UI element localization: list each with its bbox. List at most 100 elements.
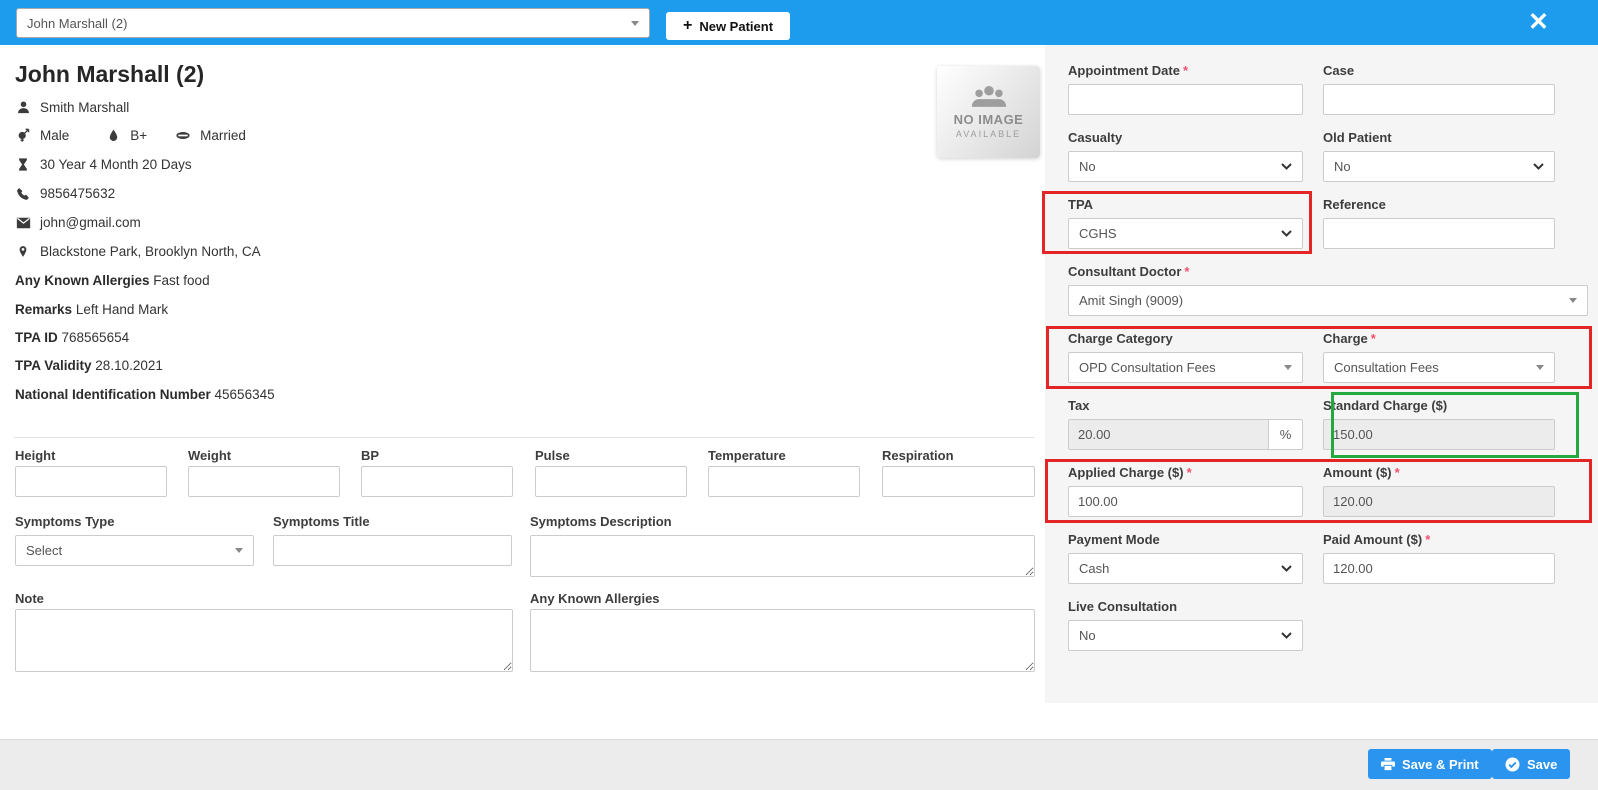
save-and-print-label: Save & Print <box>1402 756 1479 772</box>
symptoms-title-input[interactable] <box>273 535 512 566</box>
remarks-value: Left Hand Mark <box>75 302 169 317</box>
pulse-input[interactable] <box>535 466 687 497</box>
old-patient-select[interactable]: No <box>1323 151 1555 182</box>
tpa-validity-label: TPA Validity <box>15 358 92 373</box>
appointment-date-input[interactable] <box>1068 84 1303 115</box>
chevron-down-icon <box>1281 163 1292 170</box>
chevron-down-icon <box>1281 230 1292 237</box>
dropdown-arrow-icon <box>1284 365 1292 370</box>
casualty-select[interactable]: No <box>1068 151 1303 182</box>
section-divider <box>14 437 1035 438</box>
top-bar: John Marshall (2) + New Patient ✕ <box>0 0 1598 45</box>
blood-group-value: B+ <box>130 128 148 143</box>
tpa-validity-value: 28.10.2021 <box>95 358 163 373</box>
phone-row: 9856475632 <box>15 186 115 201</box>
footer-bar: Save & Print Save <box>0 739 1598 790</box>
temperature-input[interactable] <box>708 466 860 497</box>
patient-selector[interactable]: John Marshall (2) <box>16 8 650 38</box>
new-patient-button[interactable]: + New Patient <box>666 12 791 40</box>
temperature-label: Temperature <box>708 448 786 463</box>
email-value: john@gmail.com <box>40 215 141 230</box>
weight-label: Weight <box>188 448 232 463</box>
casualty-label: Casualty <box>1068 130 1123 145</box>
tax-input[interactable] <box>1068 419 1269 450</box>
nin-label: National Identification Number <box>15 387 211 402</box>
save-and-print-button[interactable]: Save & Print <box>1368 749 1492 779</box>
allergies-summary-value: Fast food <box>153 273 210 288</box>
available-text: AVAILABLE <box>955 129 1022 139</box>
symptoms-description-textarea[interactable] <box>530 535 1035 577</box>
guardian-icon <box>15 100 31 115</box>
respiration-input[interactable] <box>882 466 1035 497</box>
address-row: Blackstone Park, Brooklyn North, CA <box>15 244 261 259</box>
height-input[interactable] <box>15 466 167 497</box>
allergies-summary-row: Any Known Allergies Fast food <box>15 273 210 288</box>
demographics-row: Male B+ Married <box>15 128 246 143</box>
amount-input[interactable] <box>1323 486 1555 517</box>
payment-mode-value: Cash <box>1079 561 1110 576</box>
age-value: 30 Year 4 Month 20 Days <box>40 157 192 172</box>
bp-input[interactable] <box>361 466 513 497</box>
symptoms-description-label: Symptoms Description <box>530 514 672 529</box>
close-icon[interactable]: ✕ <box>1528 7 1549 37</box>
phone-value: 9856475632 <box>40 186 116 201</box>
charge-value: Consultation Fees <box>1334 360 1439 375</box>
chevron-down-icon <box>1281 632 1292 639</box>
age-row: 30 Year 4 Month 20 Days <box>15 157 192 172</box>
email-row: john@gmail.com <box>15 215 141 230</box>
tpa-id-row: TPA ID 768565654 <box>15 330 129 345</box>
address-value: Blackstone Park, Brooklyn North, CA <box>40 244 261 259</box>
guardian-name: Smith Marshall <box>40 100 130 115</box>
payment-mode-select[interactable]: Cash <box>1068 553 1303 584</box>
tpa-label: TPA <box>1068 197 1094 212</box>
dropdown-arrow-icon <box>1569 298 1577 303</box>
consultant-doctor-value: Amit Singh (9009) <box>1079 293 1184 308</box>
charge-select[interactable]: Consultation Fees <box>1323 352 1555 383</box>
dropdown-arrow-icon <box>235 548 243 553</box>
guardian-row: Smith Marshall <box>15 100 129 115</box>
tpa-id-label: TPA ID <box>15 330 58 345</box>
weight-input[interactable] <box>188 466 340 497</box>
casualty-value: No <box>1079 159 1096 174</box>
nin-row: National Identification Number 45656345 <box>15 387 275 402</box>
patient-selector-value: John Marshall (2) <box>27 15 128 31</box>
old-patient-value: No <box>1334 159 1351 174</box>
new-patient-label: New Patient <box>699 18 774 34</box>
charge-category-select[interactable]: OPD Consultation Fees <box>1068 352 1303 383</box>
any-known-allergies-textarea[interactable] <box>530 609 1035 672</box>
live-consultation-value: No <box>1079 628 1096 643</box>
height-label: Height <box>15 448 56 463</box>
dropdown-arrow-icon <box>631 20 639 26</box>
note-textarea[interactable] <box>15 609 513 672</box>
tpa-id-value: 768565654 <box>61 330 130 345</box>
patient-name-heading: John Marshall (2) <box>15 61 205 87</box>
charge-category-label: Charge Category <box>1068 331 1173 346</box>
charge-category-value: OPD Consultation Fees <box>1079 360 1216 375</box>
save-label: Save <box>1527 756 1558 772</box>
consultant-doctor-select[interactable]: Amit Singh (9009) <box>1068 285 1588 316</box>
blood-group-icon <box>105 128 121 143</box>
printer-icon <box>1381 757 1395 770</box>
applied-charge-input[interactable] <box>1068 486 1303 517</box>
marital-status-value: Married <box>200 128 246 143</box>
symptoms-type-select[interactable]: Select <box>15 535 254 566</box>
paid-amount-input[interactable] <box>1323 553 1555 584</box>
case-label: Case <box>1323 63 1355 78</box>
remarks-label: Remarks <box>15 302 73 317</box>
case-input[interactable] <box>1323 84 1555 115</box>
tpa-select[interactable]: CGHS <box>1068 218 1303 249</box>
pulse-label: Pulse <box>535 448 570 463</box>
gender-icon <box>15 128 31 143</box>
people-group-icon <box>971 85 1006 107</box>
bp-label: BP <box>361 448 380 463</box>
nin-value: 45656345 <box>214 387 275 402</box>
chevron-down-icon <box>1281 565 1292 572</box>
old-patient-label: Old Patient <box>1323 130 1392 145</box>
live-consultation-select[interactable]: No <box>1068 620 1303 651</box>
save-button[interactable]: Save <box>1492 749 1571 779</box>
charge-label: Charge * <box>1323 331 1376 346</box>
reference-input[interactable] <box>1323 218 1555 249</box>
standard-charge-input[interactable] <box>1323 419 1555 450</box>
paid-amount-label: Paid Amount ($) * <box>1323 532 1431 547</box>
respiration-label: Respiration <box>882 448 954 463</box>
